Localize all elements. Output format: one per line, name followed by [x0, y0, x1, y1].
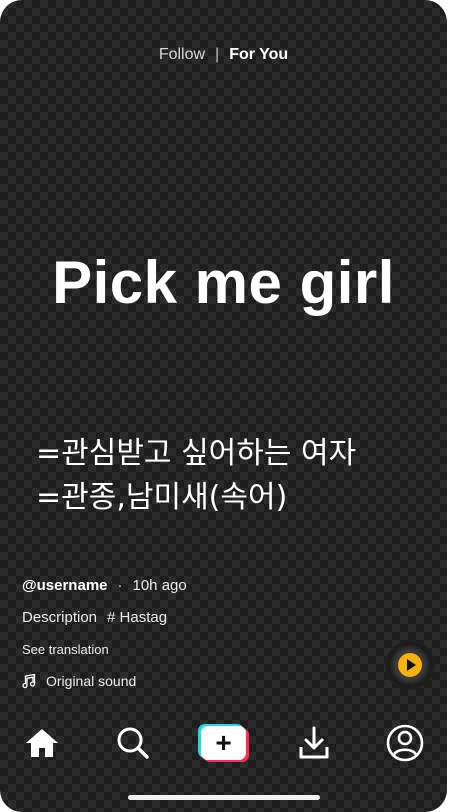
download-tab[interactable] — [289, 718, 339, 768]
nav-separator: | — [215, 46, 220, 63]
description-text: Description — [22, 609, 98, 626]
video-caption-line-2: =관종,남미새(속어) — [36, 480, 288, 515]
username-link[interactable]: @username — [22, 577, 108, 594]
tab-for-you[interactable]: For You — [229, 46, 288, 63]
author-row: @username · 10h ago — [22, 577, 187, 594]
video-caption-line-1: =관심받고 싶어하는 여자 — [36, 436, 357, 471]
bottom-tab-bar: + — [0, 718, 447, 768]
meta-dot: · — [117, 577, 123, 594]
sound-label: Original sound — [46, 673, 137, 689]
home-indicator[interactable] — [128, 795, 320, 800]
profile-icon — [386, 724, 424, 762]
description-row: Description # Hastag — [22, 609, 167, 626]
post-time: 10h ago — [132, 577, 187, 594]
hashtag-link[interactable]: # Hastag — [107, 609, 167, 626]
sound-row[interactable]: Original sound — [22, 673, 136, 689]
play-icon — [398, 653, 422, 677]
search-tab[interactable] — [108, 718, 158, 768]
video-title: Pick me girl — [52, 249, 395, 316]
sound-disc-button[interactable] — [385, 640, 435, 690]
download-icon — [299, 726, 329, 759]
create-button[interactable]: + — [198, 724, 249, 762]
profile-tab[interactable] — [380, 718, 430, 768]
tab-follow[interactable]: Follow — [159, 46, 205, 63]
home-icon — [26, 729, 58, 757]
plus-icon: + — [201, 726, 246, 760]
create-tab[interactable]: + — [198, 718, 249, 768]
top-nav: Follow | For You — [0, 46, 447, 64]
home-tab[interactable] — [17, 718, 67, 768]
app-screen: Follow | For You Pick me girl =관심받고 싶어하는 여… — [0, 0, 447, 812]
music-note-icon — [22, 673, 36, 689]
search-icon — [117, 727, 149, 759]
see-translation-link[interactable]: See translation — [22, 642, 109, 657]
